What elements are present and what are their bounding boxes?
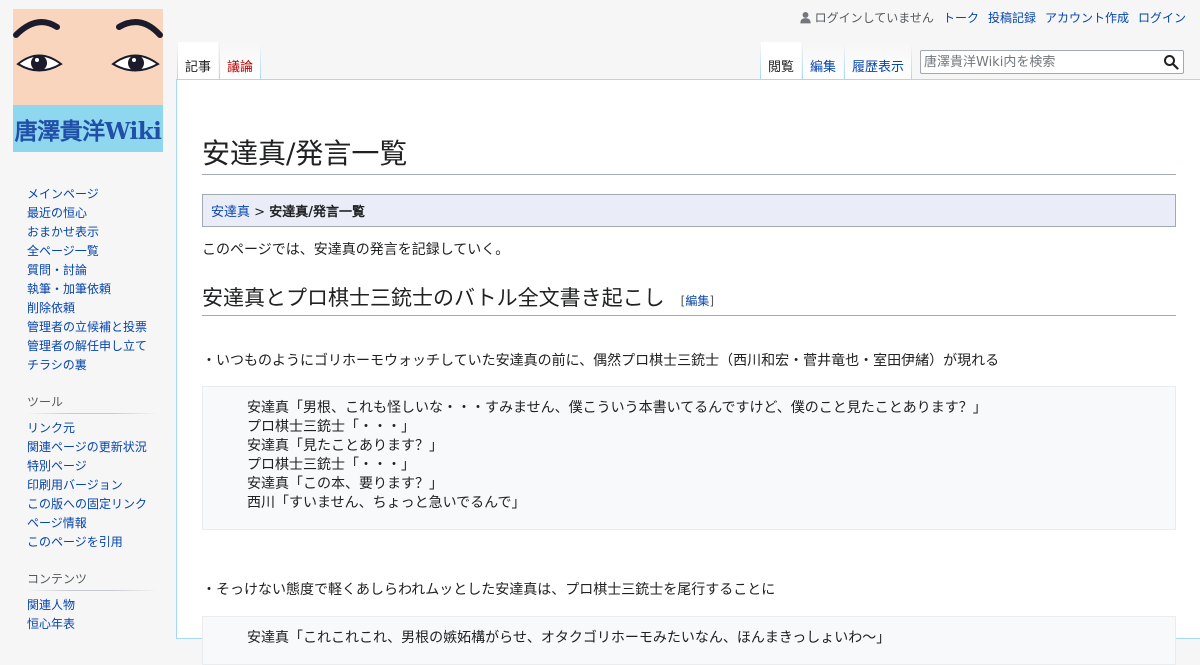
search-button[interactable] xyxy=(1163,54,1179,70)
site-logo[interactable]: 唐澤貴洋Wiki xyxy=(13,9,163,152)
sidebar-item-random[interactable]: おまかせ表示 xyxy=(27,225,99,239)
tab-history-label: 履歴表示 xyxy=(852,60,905,75)
dialogue-line: 安達真「これこれこれ、男根の嫉妬構がらせ、オタクゴリホーモみたいなん、ほんまきっ… xyxy=(247,630,891,647)
sidebar-item-special-pages[interactable]: 特別ページ xyxy=(27,459,87,473)
sidebar-contents: コンテンツ 関連人物 恒心年表 xyxy=(27,570,157,634)
sidebar-item-scratch[interactable]: チラシの裏 xyxy=(27,358,87,372)
tab-separator xyxy=(260,44,261,80)
section-heading: 安達真とプロ棋士三銃士のバトル全文書き起こし [編集] xyxy=(202,282,1176,317)
sidebar-item-admin-dismissal[interactable]: 管理者の解任申し立て xyxy=(27,339,147,353)
dialogue-block-1: 安達真「男根、これも怪しいな・・・すみません、僕こういう本書いてるんですけど、僕… xyxy=(202,386,1176,531)
sidebar-item-main-page[interactable]: メインページ xyxy=(27,187,99,201)
sidebar-contents-heading: コンテンツ xyxy=(27,570,157,591)
sidebar-item-timeline[interactable]: 恒心年表 xyxy=(27,617,75,631)
tab-history[interactable]: 履歴表示 xyxy=(845,42,911,80)
section-edit-link[interactable]: 編集 xyxy=(685,294,709,308)
tab-edit[interactable]: 編集 xyxy=(803,42,843,80)
personal-link-talk[interactable]: トーク xyxy=(943,9,979,26)
sidebar-item-related-people[interactable]: 関連人物 xyxy=(27,598,75,612)
sidebar-item-requests[interactable]: 執筆・加筆依頼 xyxy=(27,282,111,296)
page-title: 安達真/発言一覧 xyxy=(202,136,1176,176)
breadcrumb-separator: > xyxy=(254,205,266,221)
sidebar-navigation: メインページ 最近の恒心 おまかせ表示 全ページ一覧 質問・討論 執筆・加筆依頼… xyxy=(27,180,157,375)
breadcrumb: 安達真 > 安達真/発言一覧 xyxy=(202,194,1176,228)
search-icon xyxy=(1164,55,1179,70)
sidebar: メインページ 最近の恒心 おまかせ表示 全ページ一覧 質問・討論 執筆・加筆依頼… xyxy=(0,180,176,634)
tab-view-label: 閲覧 xyxy=(768,60,795,75)
logo-wordmark: 唐澤貴洋Wiki xyxy=(13,105,163,152)
dialogue-line: 安達真「この本、要ります？」 xyxy=(247,476,443,493)
dialogue-block-2: 安達真「これこれこれ、男根の嫉妬構がらせ、オタクゴリホーモみたいなん、ほんまきっ… xyxy=(202,616,1176,665)
sidebar-item-recent-changes[interactable]: 最近の恒心 xyxy=(27,206,87,220)
breadcrumb-current: 安達真/発言一覧 xyxy=(269,205,365,221)
sidebar-tools: ツール リンク元 関連ページの更新状況 特別ページ 印刷用バージョン この版への… xyxy=(27,393,157,552)
tab-talk-label: 議論 xyxy=(227,60,254,75)
dialogue-line: プロ棋士三銃士「・・・」 xyxy=(247,457,415,474)
main-content: 安達真/発言一覧 安達真 > 安達真/発言一覧 このページでは、安達真の発言を記… xyxy=(176,79,1200,665)
sidebar-item-all-pages[interactable]: 全ページ一覧 xyxy=(27,244,99,258)
dialogue-line: 西川「すいません、ちょっと急いでるんで」 xyxy=(247,495,526,512)
dialogue-line: プロ棋士三銃士「・・・」 xyxy=(247,419,415,436)
personal-link-login[interactable]: ログイン xyxy=(1138,9,1186,26)
user-icon xyxy=(799,11,811,24)
sidebar-item-related-changes[interactable]: 関連ページの更新状況 xyxy=(27,440,147,454)
tab-edit-label: 編集 xyxy=(810,60,837,75)
sidebar-item-admin-candidacy[interactable]: 管理者の立候補と投票 xyxy=(27,320,147,334)
breadcrumb-parent-link[interactable]: 安達真 xyxy=(211,205,250,220)
sidebar-item-page-info[interactable]: ページ情報 xyxy=(27,516,87,530)
anon-user-status: ログインしていません xyxy=(799,9,934,26)
section-edit: [編集] xyxy=(680,294,715,309)
tab-separator xyxy=(911,44,912,80)
personal-link-contributions[interactable]: 投稿記録 xyxy=(988,9,1036,26)
paragraph-1: ・いつものようにゴリホーモウォッチしていた安達真の前に、偶然プロ棋士三銃士（西川… xyxy=(202,353,1000,370)
search-box xyxy=(920,50,1184,74)
sidebar-item-whatlinkshere[interactable]: リンク元 xyxy=(27,421,75,435)
dialogue-line: 安達真「見たことあります？」 xyxy=(247,438,443,455)
sidebar-item-permalink[interactable]: この版への固定リンク xyxy=(27,497,147,511)
tab-talk[interactable]: 議論 xyxy=(220,42,260,80)
anon-user-text: ログインしていません xyxy=(814,11,934,25)
search-input[interactable] xyxy=(924,52,1154,73)
personal-link-create-account[interactable]: アカウント作成 xyxy=(1045,9,1129,26)
tab-view[interactable]: 閲覧 xyxy=(761,42,801,80)
logo-face-image xyxy=(13,9,163,105)
tab-article-label: 記事 xyxy=(185,60,212,75)
tab-article[interactable]: 記事 xyxy=(178,42,218,80)
section-heading-text: 安達真とプロ棋士三銃士のバトル全文書き起こし xyxy=(202,286,665,311)
personal-tools: ログインしていません トーク 投稿記録 アカウント作成 ログイン xyxy=(799,9,1186,26)
dialogue-line: 安達真「男根、これも怪しいな・・・すみません、僕こういう本書いてるんですけど、僕… xyxy=(247,400,987,417)
sidebar-item-cite[interactable]: このページを引用 xyxy=(27,535,123,549)
intro-text: このページでは、安達真の発言を記録していく。 xyxy=(202,242,510,259)
sidebar-item-questions[interactable]: 質問・討論 xyxy=(27,263,87,277)
paragraph-2: ・そっけない態度で軽くあしらわれムッとした安達真は、プロ棋士三銃士を尾行すること… xyxy=(202,582,776,599)
sidebar-item-printable[interactable]: 印刷用バージョン xyxy=(27,478,123,492)
sidebar-item-deletion[interactable]: 削除依頼 xyxy=(27,301,75,315)
sidebar-tools-heading: ツール xyxy=(27,393,157,414)
